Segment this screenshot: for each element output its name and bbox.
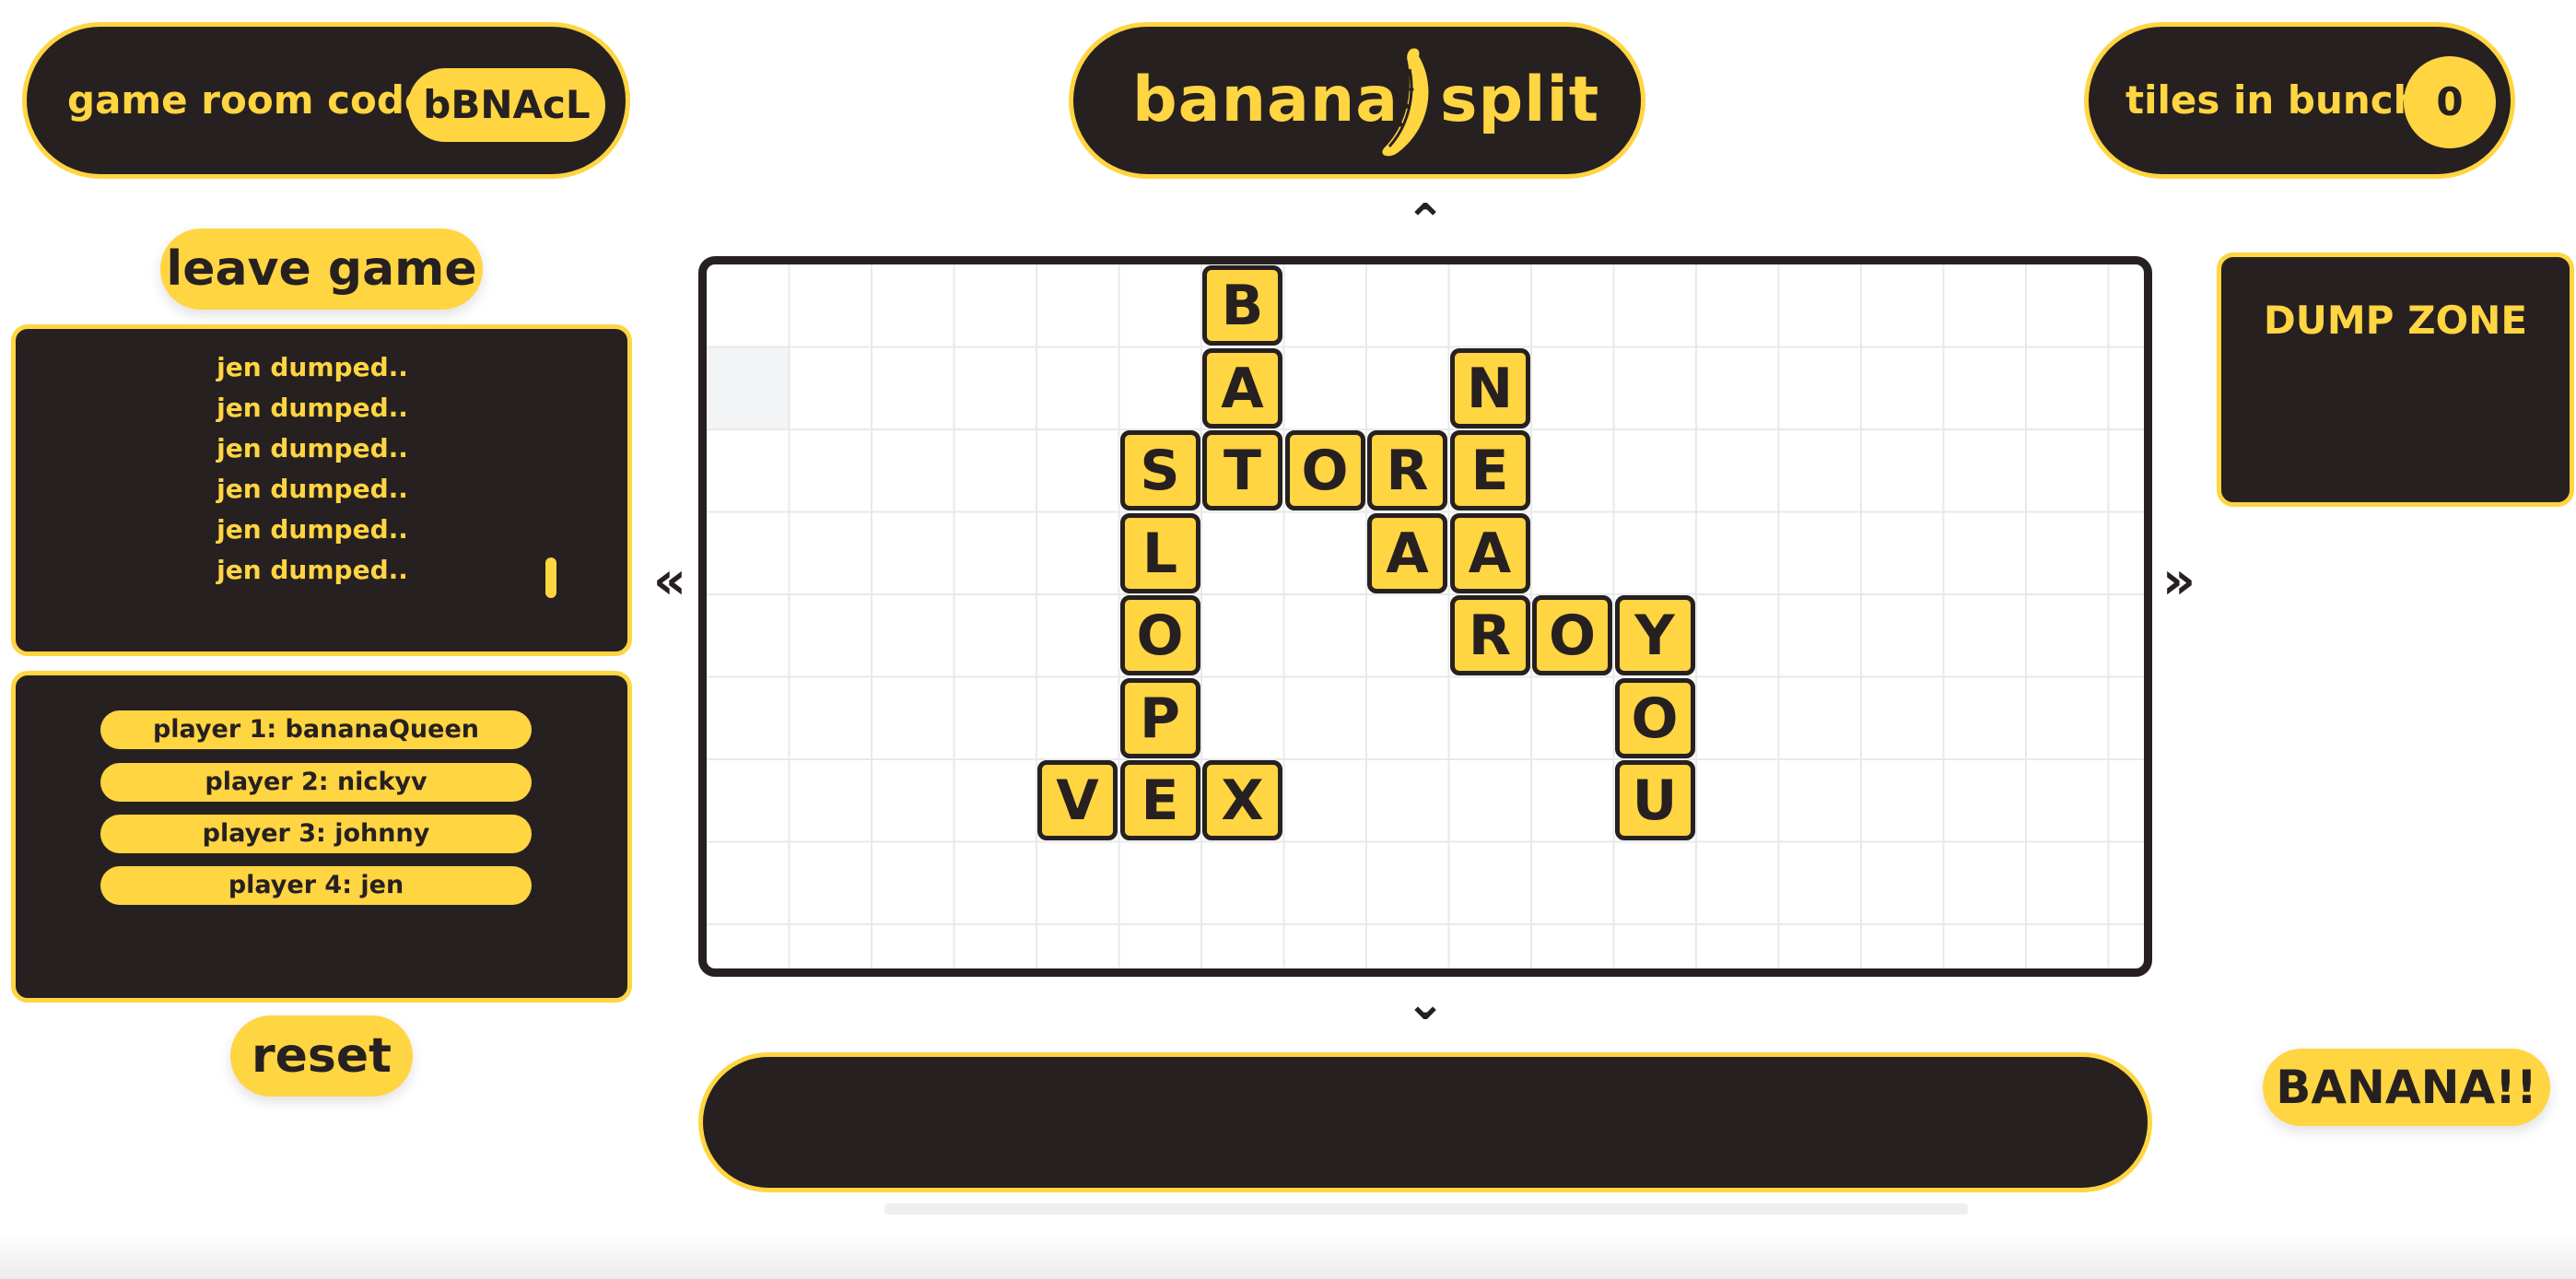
hand-scrollbar[interactable] bbox=[884, 1203, 1968, 1214]
log-scrollbar[interactable] bbox=[545, 557, 556, 598]
banana-button[interactable]: BANANA!! bbox=[2263, 1049, 2550, 1126]
log-entry: jen dumped.. bbox=[217, 433, 408, 463]
log-entry: jen dumped.. bbox=[217, 474, 408, 504]
scroll-left-icon[interactable]: « bbox=[645, 556, 695, 607]
dump-zone[interactable]: DUMP ZONE bbox=[2217, 252, 2574, 507]
bunch-panel: tiles in bunch: 0 bbox=[2084, 22, 2515, 179]
letter-tile[interactable]: A bbox=[1449, 512, 1530, 593]
letter-tile[interactable]: E bbox=[1449, 430, 1530, 510]
logo-word-banana: banana bbox=[1132, 64, 1399, 136]
room-code-label: game room code: bbox=[67, 77, 447, 123]
player-item: player 4: jen bbox=[100, 866, 532, 905]
log-entry: jen dumped.. bbox=[217, 393, 408, 423]
log-entry: jen dumped.. bbox=[217, 352, 408, 382]
bunch-count: 0 bbox=[2404, 56, 2496, 148]
scroll-right-icon[interactable]: » bbox=[2154, 556, 2204, 607]
letter-tile[interactable]: O bbox=[1532, 595, 1612, 675]
letter-tile[interactable]: N bbox=[1449, 347, 1530, 428]
letter-tile[interactable]: P bbox=[1119, 677, 1200, 758]
letter-tile[interactable]: V bbox=[1037, 760, 1118, 840]
letter-tile[interactable]: A bbox=[1367, 512, 1447, 593]
letter-tile[interactable]: S bbox=[1119, 430, 1200, 510]
letter-tile[interactable]: L bbox=[1119, 512, 1200, 593]
letter-tile[interactable]: U bbox=[1614, 760, 1695, 840]
letter-tile[interactable]: O bbox=[1119, 595, 1200, 675]
scroll-up-icon[interactable]: ⌃ bbox=[1402, 198, 1448, 246]
bunch-label: tiles in bunch: bbox=[2125, 77, 2437, 123]
logo: banana split bbox=[1069, 22, 1645, 179]
room-code-panel: game room code: bBNAcL bbox=[22, 22, 630, 179]
game-screen: game room code: bBNAcL banana split tile… bbox=[0, 0, 2576, 1279]
letter-tile[interactable]: T bbox=[1202, 430, 1282, 510]
letter-tile[interactable]: O bbox=[1614, 677, 1695, 758]
game-board[interactable]: BANSTORELAAOROYPOVEXU bbox=[698, 256, 2152, 977]
room-code-value[interactable]: bBNAcL bbox=[408, 68, 605, 142]
reset-button[interactable]: reset bbox=[230, 1015, 413, 1097]
players-list: player 1: bananaQueen player 2: nickyv p… bbox=[11, 671, 632, 1003]
board-grid bbox=[707, 264, 2144, 968]
logo-word-split: split bbox=[1440, 64, 1600, 136]
letter-tile[interactable]: B bbox=[1202, 265, 1282, 346]
log-entry: jen dumped.. bbox=[217, 514, 408, 545]
activity-log[interactable]: jen dumped.. jen dumped.. jen dumped.. j… bbox=[11, 324, 632, 656]
player-item: player 1: bananaQueen bbox=[100, 710, 532, 749]
leave-game-button[interactable]: leave game bbox=[160, 229, 483, 310]
highlighted-cell bbox=[707, 346, 790, 429]
player-item: player 2: nickyv bbox=[100, 763, 532, 802]
scroll-down-icon[interactable]: ⌄ bbox=[1402, 980, 1448, 1027]
letter-tile[interactable]: Y bbox=[1614, 595, 1695, 675]
log-entry: jen dumped.. bbox=[217, 555, 408, 585]
letter-tile[interactable]: X bbox=[1202, 760, 1282, 840]
letter-tile[interactable]: O bbox=[1284, 430, 1365, 510]
dump-zone-label: DUMP ZONE bbox=[2263, 298, 2528, 343]
player-item: player 3: johnny bbox=[100, 815, 532, 853]
letter-tile[interactable]: R bbox=[1367, 430, 1447, 510]
window-bottom-edge bbox=[0, 1235, 2576, 1279]
banana-icon bbox=[1382, 48, 1429, 157]
letter-tile[interactable]: E bbox=[1119, 760, 1200, 840]
letter-tile[interactable]: R bbox=[1449, 595, 1530, 675]
tile-hand-rack[interactable] bbox=[698, 1052, 2152, 1192]
letter-tile[interactable]: A bbox=[1202, 347, 1282, 428]
